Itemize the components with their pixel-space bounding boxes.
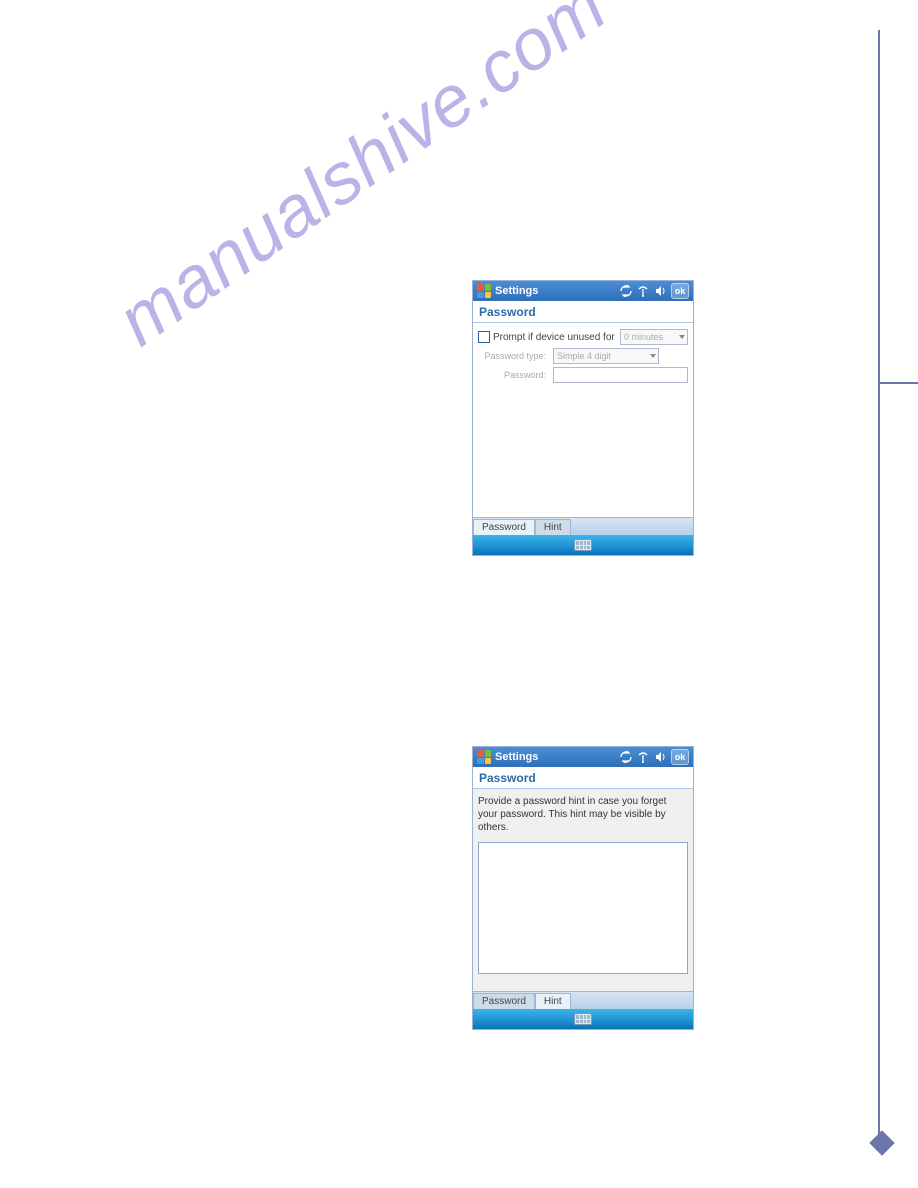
volume-icon[interactable] (654, 751, 666, 763)
type-dropdown[interactable]: Simple 4 digit (553, 348, 659, 364)
password-label: Password: (478, 370, 550, 380)
titlebar: Settings ok (473, 747, 693, 767)
tab-hint[interactable]: Hint (535, 519, 571, 535)
type-value: Simple 4 digit (557, 351, 611, 361)
password-form: Prompt if device unused for 0 minutes Pa… (473, 323, 693, 426)
titlebar-icons: ok (620, 283, 689, 299)
keyboard-icon[interactable] (574, 1013, 592, 1025)
titlebar-label: Settings (495, 285, 616, 297)
password-input[interactable] (553, 367, 688, 383)
page-border-tick (878, 382, 918, 384)
page-border-right (878, 30, 880, 1145)
keyboard-icon[interactable] (574, 539, 592, 551)
start-icon[interactable] (477, 750, 491, 764)
section-header: Password (473, 767, 693, 789)
hint-form: Provide a password hint in case you forg… (473, 789, 693, 991)
hint-textarea[interactable] (478, 842, 688, 974)
ok-button[interactable]: ok (671, 283, 689, 299)
timeout-value: 0 minutes (624, 332, 663, 342)
signal-icon[interactable] (637, 285, 649, 297)
titlebar-icons: ok (620, 749, 689, 765)
tab-password[interactable]: Password (473, 993, 535, 1009)
tab-hint[interactable]: Hint (535, 993, 571, 1009)
signal-icon[interactable] (637, 751, 649, 763)
sync-icon[interactable] (620, 751, 632, 763)
type-label: Password type: (478, 351, 550, 361)
tab-password[interactable]: Password (473, 519, 535, 535)
ok-button[interactable]: ok (671, 749, 689, 765)
titlebar-label: Settings (495, 751, 616, 763)
prompt-label: Prompt if device unused for (493, 332, 617, 343)
page-diamond-icon (869, 1130, 894, 1155)
hint-instruction: Provide a password hint in case you forg… (478, 795, 688, 834)
prompt-checkbox[interactable] (478, 331, 490, 343)
sync-icon[interactable] (620, 285, 632, 297)
timeout-dropdown[interactable]: 0 minutes (620, 329, 688, 345)
chevron-down-icon (650, 354, 656, 358)
bottom-bar (473, 1009, 693, 1029)
bottom-bar (473, 535, 693, 555)
settings-password-screenshot-2: Settings ok Password Provide a password … (472, 746, 694, 1030)
settings-password-screenshot-1: Settings ok Password Prompt if device un… (472, 280, 694, 556)
password-row: Password: (478, 367, 688, 383)
titlebar: Settings ok (473, 281, 693, 301)
chevron-down-icon (679, 335, 685, 339)
start-icon[interactable] (477, 284, 491, 298)
spacer (473, 426, 693, 517)
section-header: Password (473, 301, 693, 323)
tab-bar: Password Hint (473, 991, 693, 1009)
prompt-row: Prompt if device unused for 0 minutes (478, 329, 688, 345)
volume-icon[interactable] (654, 285, 666, 297)
tab-bar: Password Hint (473, 517, 693, 535)
type-row: Password type: Simple 4 digit (478, 348, 688, 364)
